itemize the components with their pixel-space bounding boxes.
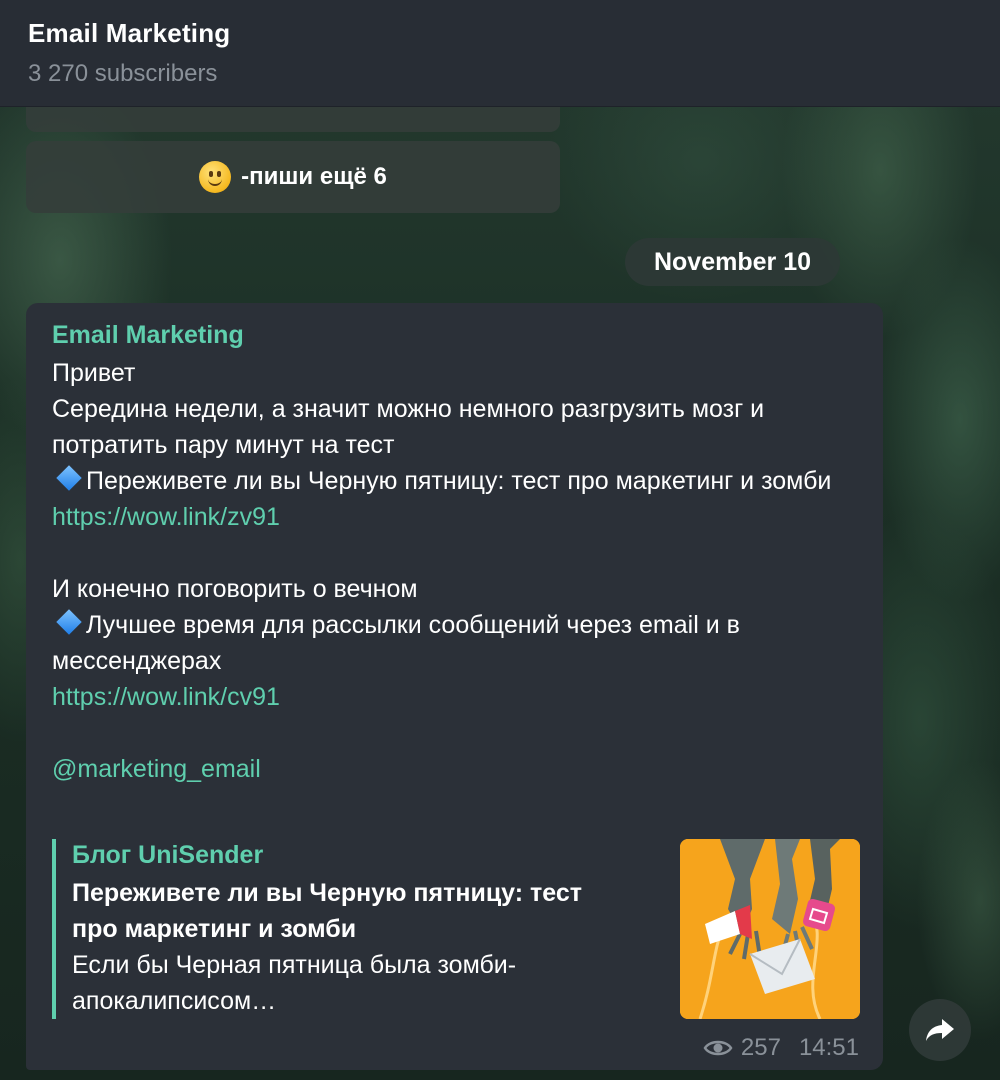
smiling-face-icon: [199, 161, 232, 193]
eye-icon: [703, 1040, 733, 1056]
link-preview-site: Блог UniSender: [72, 841, 264, 869]
message-item-2: Лучшее время для рассылки сообщений чере…: [52, 607, 862, 679]
share-arrow-icon: [926, 1019, 954, 1041]
link-preview-thumbnail[interactable]: [680, 839, 860, 1019]
message-item-1: Переживете ли вы Черную пятницу: тест пр…: [52, 463, 862, 499]
channel-title: Email Marketing: [28, 18, 231, 48]
message-link-2[interactable]: https://wow.link/cv91: [52, 683, 280, 711]
message-meta: 257 14:51: [703, 1034, 859, 1062]
message-para-2: И конечно поговорить о вечном: [52, 575, 418, 603]
link-preview[interactable]: Блог UniSender Переживете ли вы Черную п…: [52, 839, 862, 1019]
link-preview-description: Если бы Черная пятница была зомби-апокал…: [72, 951, 517, 1015]
message-link-1[interactable]: https://wow.link/zv91: [52, 503, 280, 531]
zombie-hands-illustration: [680, 839, 860, 1019]
blue-diamond-icon: [56, 465, 82, 491]
message-author[interactable]: Email Marketing: [52, 321, 244, 350]
channel-mention-link[interactable]: @marketing_email: [52, 755, 261, 783]
message-intro: Середина недели, а значит можно немного …: [52, 395, 765, 459]
message-time: 14:51: [798, 1034, 859, 1061]
view-count: 257: [740, 1034, 781, 1061]
keyboard-button-write-more[interactable]: -пиши ещё 6: [26, 141, 560, 213]
message-item-2-text: Лучшее время для рассылки сообщений чере…: [52, 611, 740, 675]
forward-button[interactable]: [909, 999, 971, 1061]
link-preview-title: Переживете ли вы Черную пятницу: тест пр…: [72, 879, 582, 943]
channel-message[interactable]: Email Marketing Привет Середина недели, …: [26, 303, 883, 1070]
chat-header[interactable]: Email Marketing 3 270 subscribers: [0, 0, 1000, 107]
subscriber-count: 3 270 subscribers: [28, 60, 218, 87]
message-greeting: Привет: [52, 359, 136, 387]
message-text: Привет Середина недели, а значит можно н…: [52, 355, 862, 787]
message-item-1-text: Переживете ли вы Черную пятницу: тест пр…: [86, 467, 832, 495]
date-separator: November 10: [625, 238, 840, 286]
blue-diamond-icon: [56, 609, 82, 635]
keyboard-button-label: -пиши ещё 6: [241, 163, 387, 190]
